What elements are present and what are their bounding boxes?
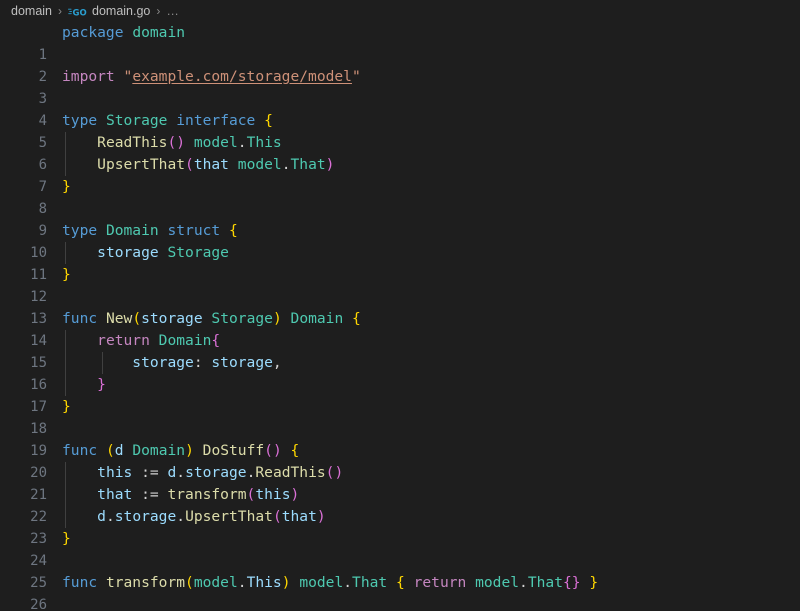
line-content[interactable]: storage: storage, (62, 352, 800, 374)
code-line: 19 (0, 418, 800, 459)
breadcrumb-item-folder[interactable]: domain (10, 4, 53, 18)
breadcrumb-separator-1: › (58, 4, 62, 18)
line-content[interactable]: func (d Domain) DoStuff() { (62, 440, 800, 462)
code-line: 14 func New(storage Storage) Domain { (0, 308, 800, 349)
code-line: 6 ReadThis() model.This (0, 132, 800, 173)
line-content[interactable]: ReadThis() model.This (62, 132, 800, 154)
code-line: 23 d.storage.UpsertThat(that) (0, 506, 800, 547)
line-content[interactable]: } (62, 264, 800, 286)
breadcrumb-separator-2: › (156, 4, 161, 18)
code-line: 2 (0, 44, 800, 85)
code-line: 21 this := d.storage.ReadThis() (0, 462, 800, 503)
line-content[interactable] (62, 44, 800, 66)
code-line: 10 type Domain struct { (0, 220, 800, 261)
line-content[interactable]: type Domain struct { (62, 220, 800, 242)
code-line: 25 (0, 550, 800, 591)
code-line: 13 (0, 286, 800, 327)
code-line: 15 return Domain{ (0, 330, 800, 371)
code-line: 20 func (d Domain) DoStuff() { (0, 440, 800, 481)
line-content[interactable]: this := d.storage.ReadThis() (62, 462, 800, 484)
code-line: 3 import "example.com/storage/model" (0, 66, 800, 107)
line-content[interactable]: func New(storage Storage) Domain { (62, 308, 800, 330)
code-line: 4 (0, 88, 800, 129)
code-line: 27 (0, 594, 800, 611)
line-content[interactable]: func transform(model.This) model.That { … (62, 572, 800, 594)
line-content[interactable]: type Storage interface { (62, 110, 800, 132)
breadcrumb-item-symbols[interactable]: … (165, 4, 180, 18)
code-line: 12 } (0, 264, 800, 305)
code-line: 22 that := transform(this) (0, 484, 800, 525)
code-line: 18 } (0, 396, 800, 437)
line-content[interactable] (62, 418, 800, 440)
line-content[interactable]: that := transform(this) (62, 484, 800, 506)
code-line: 26 func transform(model.This) model.That… (0, 572, 800, 611)
line-content[interactable]: } (62, 396, 800, 418)
line-content[interactable] (62, 550, 800, 572)
code-line: 5 type Storage interface { (0, 110, 800, 151)
line-content[interactable] (62, 594, 800, 611)
line-content[interactable]: return Domain{ (62, 330, 800, 352)
code-line: 24 } (0, 528, 800, 569)
line-content[interactable]: import "example.com/storage/model" (62, 66, 800, 88)
import-path-link[interactable]: example.com/storage/model (132, 68, 352, 85)
breadcrumb-item-file[interactable]: GO domain.go (67, 4, 151, 19)
line-content[interactable]: } (62, 176, 800, 198)
line-content[interactable]: package domain (62, 22, 800, 44)
breadcrumb-folder-label: domain (11, 4, 52, 18)
code-line: 1 package domain (0, 22, 800, 63)
line-content[interactable]: d.storage.UpsertThat(that) (62, 506, 800, 528)
code-line: 8 } (0, 176, 800, 217)
code-line: 17 } (0, 374, 800, 415)
code-line: 9 (0, 198, 800, 239)
line-content[interactable] (62, 286, 800, 308)
line-content[interactable]: UpsertThat(that model.That) (62, 154, 800, 176)
code-line: 7 UpsertThat(that model.That) (0, 154, 800, 195)
go-file-icon: GO (68, 5, 88, 19)
line-content[interactable]: } (62, 374, 800, 396)
breadcrumb: domain › GO domain.go › … (0, 0, 800, 22)
code-editor[interactable]: 1 package domain 2 3 import "example.com… (0, 22, 800, 611)
line-content[interactable]: storage Storage (62, 242, 800, 264)
line-content[interactable]: } (62, 528, 800, 550)
line-content[interactable] (62, 88, 800, 110)
breadcrumb-file-label: domain.go (92, 4, 151, 18)
code-line: 11 storage Storage (0, 242, 800, 283)
code-line: 16 storage: storage, (0, 352, 800, 393)
svg-text:GO: GO (73, 9, 87, 19)
line-content[interactable] (62, 198, 800, 220)
